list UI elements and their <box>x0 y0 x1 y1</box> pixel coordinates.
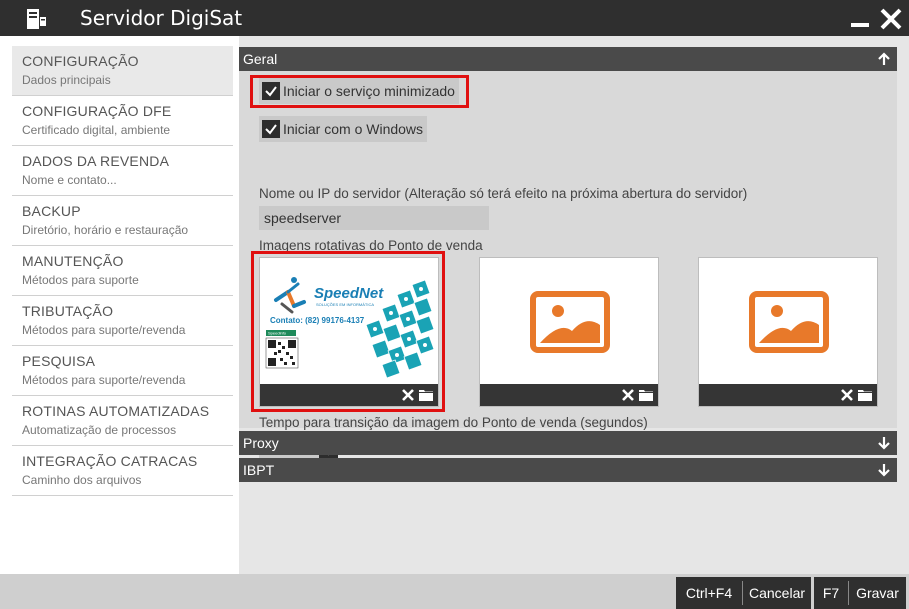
section-body-geral: Iniciar o serviço minimizado Iniciar com… <box>239 71 897 459</box>
image-placeholder-icon <box>749 291 829 353</box>
sidebar-item-configuracao-dfe[interactable]: CONFIGURAÇÃO DFE Certificado digital, am… <box>12 96 233 146</box>
server-input[interactable] <box>259 206 489 230</box>
cancel-button[interactable]: Ctrl+F4 Cancelar <box>676 577 811 609</box>
main-panel: Geral Iniciar o serviço minimizado Inici… <box>239 36 909 574</box>
section-header-geral[interactable]: Geral <box>239 47 897 71</box>
sidebar-item-subtitle: Automatização de processos <box>22 423 177 437</box>
start-with-windows-checkbox[interactable]: Iniciar com o Windows <box>259 116 427 142</box>
sidebar-item-title: CONFIGURAÇÃO DFE <box>22 103 172 119</box>
sidebar-item-configuracao[interactable]: CONFIGURAÇÃO Dados principais <box>12 46 233 96</box>
server-field-label: Nome ou IP do servidor (Alteração só ter… <box>259 186 748 201</box>
title-bar: Servidor DigiSat <box>0 0 909 36</box>
collapse-up-icon[interactable] <box>877 51 891 67</box>
minimize-icon[interactable] <box>848 6 872 30</box>
section-header-proxy[interactable]: Proxy <box>239 431 897 455</box>
sidebar-item-title: BACKUP <box>22 203 81 219</box>
sidebar-item-title: PESQUISA <box>22 353 96 369</box>
sidebar: CONFIGURAÇÃO Dados principais CONFIGURAÇ… <box>0 36 239 574</box>
sidebar-item-subtitle: Métodos para suporte/revenda <box>22 323 186 337</box>
section-title: Geral <box>243 51 278 67</box>
folder-icon[interactable] <box>638 388 654 402</box>
save-label: Gravar <box>856 585 899 601</box>
highlight-box <box>251 251 445 412</box>
sidebar-item-backup[interactable]: BACKUP Diretório, horário e restauração <box>12 196 233 246</box>
sidebar-item-title: INTEGRAÇÃO CATRACAS <box>22 453 198 469</box>
footer-bar: Ctrl+F4 Cancelar F7 Gravar <box>0 574 909 609</box>
sidebar-item-title: TRIBUTAÇÃO <box>22 303 114 319</box>
transition-time-label: Tempo para transição da imagem do Ponto … <box>259 415 648 430</box>
sidebar-item-title: DADOS DA REVENDA <box>22 153 170 169</box>
section-title: IBPT <box>243 462 275 478</box>
image-placeholder-icon <box>530 291 610 353</box>
sidebar-item-title: CONFIGURAÇÃO <box>22 53 139 69</box>
save-button[interactable]: F7 Gravar <box>814 577 906 609</box>
expand-down-icon[interactable] <box>877 462 891 478</box>
sidebar-item-pesquisa[interactable]: PESQUISA Métodos para suporte/revenda <box>12 346 233 396</box>
section-title: Proxy <box>243 435 279 451</box>
window-title: Servidor DigiSat <box>80 6 243 30</box>
sidebar-item-subtitle: Caminho dos arquivos <box>22 473 142 487</box>
image-slot-3[interactable] <box>698 257 878 407</box>
sidebar-item-manutencao[interactable]: MANUTENÇÃO Métodos para suporte <box>12 246 233 296</box>
sidebar-item-subtitle: Dados principais <box>22 73 111 87</box>
image-slot-2[interactable] <box>479 257 659 407</box>
save-shortcut: F7 <box>822 585 840 601</box>
cancel-shortcut: Ctrl+F4 <box>685 585 733 601</box>
checkmark-icon[interactable] <box>262 120 280 138</box>
close-icon[interactable] <box>878 6 904 32</box>
remove-image-icon[interactable] <box>839 387 855 403</box>
remove-image-icon[interactable] <box>620 387 636 403</box>
sidebar-item-dados-revenda[interactable]: DADOS DA REVENDA Nome e contato... <box>12 146 233 196</box>
sidebar-item-title: MANUTENÇÃO <box>22 253 124 269</box>
image-actions-bar <box>480 384 658 406</box>
sidebar-item-subtitle: Certificado digital, ambiente <box>22 123 171 137</box>
image-actions-bar <box>699 384 877 406</box>
sidebar-item-subtitle: Nome e contato... <box>22 173 117 187</box>
sidebar-item-subtitle: Diretório, horário e restauração <box>22 223 189 237</box>
section-header-ibpt[interactable]: IBPT <box>239 458 897 482</box>
cancel-label: Cancelar <box>748 585 806 601</box>
sidebar-item-tributacao[interactable]: TRIBUTAÇÃO Métodos para suporte/revenda <box>12 296 233 346</box>
app-server-icon <box>27 9 46 29</box>
sidebar-item-title: ROTINAS AUTOMATIZADAS <box>22 403 210 419</box>
folder-icon[interactable] <box>857 388 873 402</box>
sidebar-item-integracao-catracas[interactable]: INTEGRAÇÃO CATRACAS Caminho dos arquivos <box>12 446 233 496</box>
highlight-box <box>250 75 469 108</box>
sidebar-item-rotinas-automatizadas[interactable]: ROTINAS AUTOMATIZADAS Automatização de p… <box>12 396 233 446</box>
sidebar-item-subtitle: Métodos para suporte <box>22 273 139 287</box>
checkbox-label: Iniciar com o Windows <box>283 121 424 137</box>
sidebar-item-subtitle: Métodos para suporte/revenda <box>22 373 186 387</box>
expand-down-icon[interactable] <box>877 435 891 451</box>
